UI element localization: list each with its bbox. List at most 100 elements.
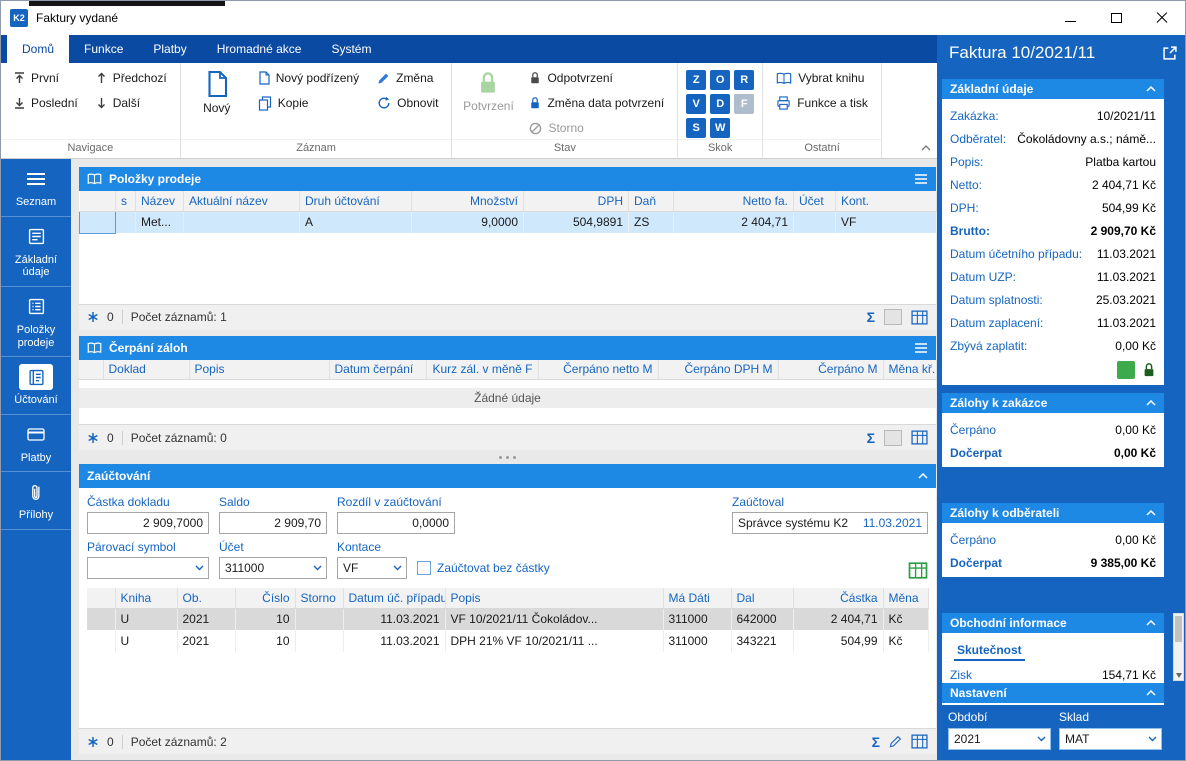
- filter-star-icon[interactable]: [87, 432, 99, 444]
- column-header-druh-uctovani[interactable]: Druh účtování: [299, 191, 412, 212]
- tab-hromadne-akce[interactable]: Hromadné akce: [202, 35, 317, 63]
- column-header-mena[interactable]: Měna: [883, 588, 929, 609]
- column-header-s[interactable]: s: [115, 191, 136, 212]
- sidebar-item-prilohy[interactable]: Přílohy: [1, 472, 71, 531]
- tab-platby[interactable]: Platby: [138, 35, 201, 63]
- new-child-record-button[interactable]: Nový podřízený: [253, 67, 364, 89]
- edit-record-button[interactable]: Změna: [372, 67, 443, 89]
- last-record-button[interactable]: Poslední: [9, 92, 83, 114]
- maximize-button[interactable]: [1093, 1, 1139, 35]
- column-header-nazev[interactable]: Název: [135, 191, 184, 212]
- zauctovani-row-2[interactable]: U 2021 10 11.03.2021 DPH 21% VF 10/2021/…: [87, 630, 929, 652]
- tab-domu[interactable]: Domů: [7, 35, 70, 63]
- grid-settings-button[interactable]: [884, 309, 902, 325]
- column-header-storno[interactable]: Storno: [295, 588, 344, 609]
- first-record-button[interactable]: První: [9, 67, 83, 89]
- column-header-cislo[interactable]: Číslo: [235, 588, 296, 609]
- pencil-icon[interactable]: [889, 735, 902, 748]
- scrollbar-thumb[interactable]: [1175, 616, 1182, 642]
- tab-system[interactable]: Systém: [316, 35, 386, 63]
- recalculate-grid-button[interactable]: [908, 562, 928, 579]
- castka-dokladu-field[interactable]: 2 909,7000: [87, 512, 209, 534]
- grid-settings-button[interactable]: [884, 429, 902, 446]
- column-header-cerpano-netto[interactable]: Čerpáno netto M: [538, 359, 659, 380]
- column-header-cerpano-m[interactable]: Čerpáno M: [778, 359, 884, 380]
- panel-header-nastaveni[interactable]: Nastavení: [942, 683, 1164, 705]
- tab-funkce[interactable]: Funkce: [69, 35, 138, 63]
- column-header-datum-cerpani[interactable]: Datum čerpání: [329, 359, 427, 380]
- zauctovat-bez-castky-checkbox[interactable]: Zaúčtovat bez částky: [417, 557, 550, 579]
- sum-icon[interactable]: Σ: [872, 735, 880, 749]
- column-header-datum[interactable]: Datum úč. případu: [343, 588, 446, 609]
- filter-star-icon[interactable]: [87, 311, 99, 323]
- jump-key-f[interactable]: F: [734, 94, 755, 114]
- column-header-mena-kr[interactable]: Měna kř.: [883, 359, 937, 380]
- rozdil-field[interactable]: 0,0000: [337, 512, 455, 534]
- parovaci-symbol-combo[interactable]: [87, 557, 209, 579]
- jump-key-r[interactable]: R: [734, 70, 755, 90]
- sum-icon[interactable]: Σ: [867, 431, 875, 445]
- filter-star-icon[interactable]: [87, 736, 99, 748]
- panel-scrollbar[interactable]: [1173, 613, 1184, 681]
- copy-record-button[interactable]: Kopie: [253, 92, 364, 114]
- panel-header-zalohy-odberateli[interactable]: Zálohy k odběrateli: [942, 503, 1164, 525]
- refresh-button[interactable]: Obnovit: [372, 92, 443, 114]
- sidebar-item-platby[interactable]: Platby: [1, 415, 71, 473]
- sidebar-item-polozky-prodeje[interactable]: Položky prodeje: [1, 287, 71, 358]
- saldo-field[interactable]: 2 909,70: [219, 512, 327, 534]
- table-edit-icon[interactable]: [911, 309, 928, 325]
- table-edit-icon[interactable]: [911, 430, 928, 445]
- zauctovani-row-1[interactable]: U 2021 10 11.03.2021 VF 10/2021/11 Čokol…: [87, 608, 929, 630]
- tab-skutecnost[interactable]: Skutečnost: [954, 640, 1025, 661]
- splitter-handle[interactable]: [79, 450, 936, 464]
- column-header-doklad[interactable]: Doklad: [103, 359, 190, 380]
- change-confirmation-date-button[interactable]: Změna data potvrzení: [524, 92, 669, 114]
- chevron-up-icon[interactable]: [918, 473, 928, 479]
- menu-icon[interactable]: [914, 174, 928, 184]
- panel-header-zalohy-zakazce[interactable]: Zálohy k zakázce: [942, 393, 1164, 415]
- storno-button[interactable]: Storno: [524, 117, 669, 139]
- unconfirm-button[interactable]: Odpotvrzení: [524, 67, 669, 89]
- column-header-kniha[interactable]: Kniha: [115, 588, 178, 609]
- kontace-combo[interactable]: VF: [337, 557, 407, 579]
- collapse-ribbon-button[interactable]: [921, 140, 931, 154]
- jump-key-o[interactable]: O: [710, 70, 731, 90]
- close-button[interactable]: [1139, 1, 1185, 35]
- sum-icon[interactable]: Σ: [867, 310, 875, 324]
- column-header-popis[interactable]: Popis: [445, 588, 664, 609]
- column-header-popis[interactable]: Popis: [189, 359, 330, 380]
- jump-key-s[interactable]: S: [686, 118, 707, 138]
- select-book-button[interactable]: Vybrat knihu: [771, 67, 873, 89]
- functions-print-button[interactable]: Funkce a tisk: [771, 92, 873, 114]
- jump-key-d[interactable]: D: [710, 94, 731, 114]
- previous-record-button[interactable]: Předchozí: [91, 67, 172, 89]
- column-header-castka[interactable]: Částka: [793, 588, 884, 609]
- sidebar-item-uctovani[interactable]: Účtování: [1, 357, 71, 415]
- jump-key-z[interactable]: Z: [686, 70, 707, 90]
- column-header-ob[interactable]: Ob.: [177, 588, 236, 609]
- column-header-dph[interactable]: DPH: [523, 191, 629, 212]
- open-in-window-icon[interactable]: [1163, 46, 1177, 60]
- column-header-aktualni-nazev[interactable]: Aktuální název: [183, 191, 300, 212]
- sklad-combo[interactable]: MAT: [1059, 728, 1162, 750]
- column-header-dan[interactable]: Daň: [628, 191, 674, 212]
- obdobi-combo[interactable]: 2021: [948, 728, 1051, 750]
- zauctoval-field[interactable]: Správce systému K2 11.03.2021: [732, 512, 928, 534]
- panel-header-obchodni[interactable]: Obchodní informace: [942, 613, 1164, 635]
- column-header-netto-fa[interactable]: Netto fa.: [673, 191, 794, 212]
- sidebar-item-zakladni-udaje[interactable]: Základní údaje: [1, 217, 71, 287]
- sidebar-item-seznam[interactable]: Seznam: [1, 159, 71, 217]
- column-header-kont[interactable]: Kont.: [835, 191, 937, 212]
- next-record-button[interactable]: Další: [91, 92, 172, 114]
- jump-key-v[interactable]: V: [686, 94, 707, 114]
- column-header-ucet[interactable]: Účet: [793, 191, 836, 212]
- column-header-dal[interactable]: Dal: [731, 588, 794, 609]
- confirm-button[interactable]: Potvrzení: [460, 67, 516, 113]
- menu-icon[interactable]: [914, 342, 928, 353]
- column-header-kurz[interactable]: Kurz zál. v měně F: [426, 359, 539, 380]
- ucet-combo[interactable]: 311000: [219, 557, 327, 579]
- new-record-button[interactable]: Nový: [189, 67, 245, 115]
- minimize-button[interactable]: [1047, 1, 1093, 35]
- polozky-row-1[interactable]: Met... A 9,0000 504,9891 ZS 2 404,71 VF: [79, 210, 937, 234]
- panel-header-zakladni[interactable]: Základní údaje: [942, 79, 1164, 101]
